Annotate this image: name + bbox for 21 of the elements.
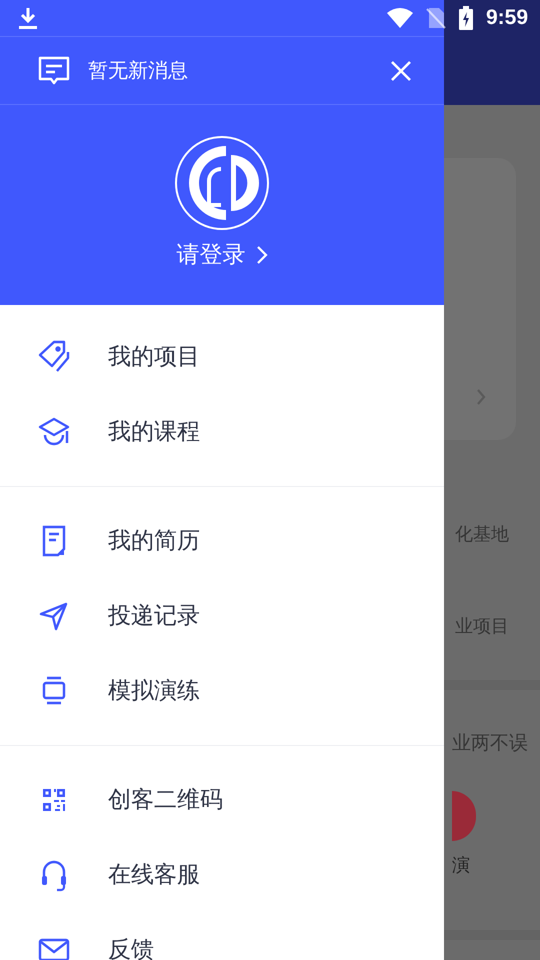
- logo-icon: [174, 135, 270, 231]
- tag-icon: [37, 340, 71, 374]
- chevron-right-icon: [256, 244, 268, 264]
- wifi-icon: [386, 7, 414, 29]
- close-icon[interactable]: [390, 60, 412, 82]
- menu-item[interactable]: 创客二维码: [0, 762, 444, 837]
- shortcut-label: 演: [452, 854, 471, 877]
- menu-item[interactable]: 我的项目: [0, 319, 444, 394]
- message-icon[interactable]: [38, 56, 70, 86]
- login-link[interactable]: 请登录: [176, 239, 268, 270]
- menu-item[interactable]: 我的简历: [0, 503, 444, 578]
- message-status: 暂无新消息: [88, 57, 189, 84]
- chevron-right-icon: [476, 388, 486, 406]
- clock-time: 9:59: [486, 6, 528, 30]
- menu-item[interactable]: 模拟演练: [0, 653, 444, 728]
- download-icon: [17, 6, 39, 30]
- menu-item[interactable]: 在线客服: [0, 837, 444, 912]
- menu-item[interactable]: 投递记录: [0, 578, 444, 653]
- no-sim-icon: [426, 7, 446, 29]
- menu-item[interactable]: 我的课程: [0, 394, 444, 469]
- battery-charging-icon: [458, 6, 474, 30]
